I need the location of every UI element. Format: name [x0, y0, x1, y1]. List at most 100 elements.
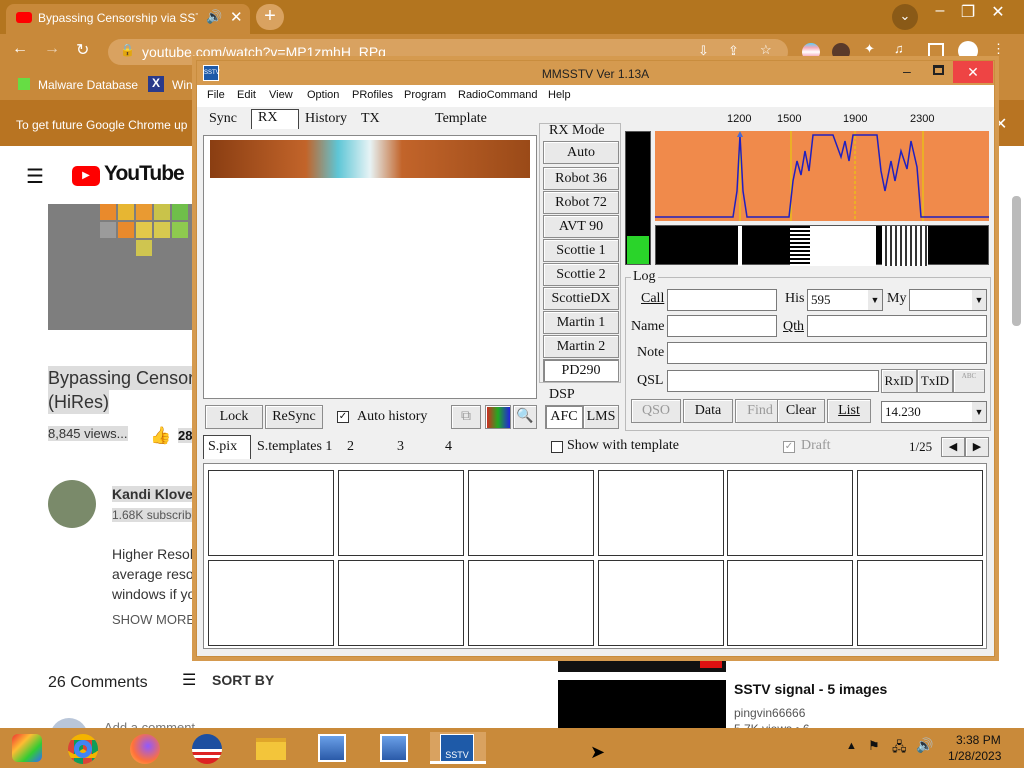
thumbnail-slot[interactable] — [857, 560, 983, 646]
chrome-menu-icon[interactable]: ⋮ — [992, 41, 1005, 57]
thumbnail-slot[interactable] — [208, 470, 334, 556]
tab-audio-icon[interactable]: 🔊 — [206, 9, 222, 25]
thumbnail-slot[interactable] — [727, 470, 853, 556]
qsl-input[interactable] — [667, 370, 879, 392]
restore-icon[interactable]: ❐ — [956, 2, 980, 22]
his-select[interactable]: 595 ▼ — [807, 289, 883, 311]
clock-time[interactable]: 3:38 PM — [956, 733, 1001, 747]
mode-martin2-button[interactable]: Martin 2 — [543, 335, 619, 358]
firefox-icon[interactable] — [124, 732, 168, 764]
name-input[interactable] — [667, 315, 777, 337]
clock-date[interactable]: 1/28/2023 — [948, 749, 1001, 763]
thumbnail-slot[interactable] — [598, 470, 724, 556]
tab-rx[interactable]: RX — [251, 109, 299, 129]
my-dropdown-icon[interactable]: ▼ — [972, 290, 986, 310]
menu-option[interactable]: Option — [307, 89, 339, 101]
qso-button[interactable]: QSO — [631, 399, 681, 423]
sort-icon[interactable]: ☰ — [182, 670, 196, 690]
bookmark-star-icon[interactable]: ☆ — [760, 42, 772, 58]
scrollbar[interactable] — [1012, 196, 1021, 326]
sort-by-button[interactable]: SORT BY — [212, 672, 274, 688]
show-template-checkbox[interactable] — [551, 441, 563, 453]
tab-stemplates-3[interactable]: 3 — [397, 439, 404, 455]
profile-avatar-icon[interactable] — [958, 41, 978, 61]
thumbnail-slot[interactable] — [468, 470, 594, 556]
tab-template[interactable]: Template — [435, 111, 487, 127]
share-icon[interactable]: ⇪ — [728, 43, 739, 59]
media-icon[interactable]: ♫ — [894, 41, 904, 56]
next-page-button[interactable]: ▶ — [965, 437, 989, 457]
his-dropdown-icon[interactable]: ▼ — [868, 290, 882, 310]
thumbnail-slot[interactable] — [338, 470, 464, 556]
tab-tx[interactable]: TX — [361, 111, 380, 127]
puzzle-icon[interactable]: ✦ — [864, 41, 875, 57]
rxid-button[interactable]: RxID — [881, 369, 917, 393]
like-icon[interactable]: 👍 — [150, 426, 171, 446]
app-close-icon[interactable]: ✕ — [953, 61, 993, 83]
network-tool-icon[interactable] — [310, 732, 354, 764]
menu-program[interactable]: Program — [404, 89, 446, 101]
mode-martin1-button[interactable]: Martin 1 — [543, 311, 619, 334]
app-minimize-icon[interactable]: – — [903, 63, 911, 79]
file-explorer-icon[interactable] — [248, 732, 292, 764]
bookmark-malware[interactable]: Malware Database — [38, 78, 138, 92]
thumbnail-slot[interactable] — [857, 470, 983, 556]
add-comment-input[interactable]: Add a comment... — [104, 720, 206, 728]
frequency-select[interactable]: 14.230 ▼ — [881, 401, 987, 423]
app-maximize-icon[interactable] — [933, 65, 944, 75]
call-input[interactable] — [667, 289, 777, 311]
youtube-logo-icon[interactable]: ▶ — [72, 166, 100, 186]
side-video-title[interactable]: SSTV signal - 5 images — [734, 681, 887, 697]
clear-button[interactable]: Clear — [777, 399, 825, 423]
infobar-close-icon[interactable]: ✕ — [994, 114, 1007, 134]
menu-help[interactable]: Help — [548, 89, 571, 101]
show-more-button[interactable]: SHOW MORE — [112, 612, 195, 627]
mode-pd290-button[interactable]: PD290 — [543, 359, 619, 382]
side-video-thumb[interactable] — [558, 680, 726, 728]
mode-robot36-button[interactable]: Robot 36 — [543, 167, 619, 190]
waterfall-display[interactable] — [655, 225, 989, 266]
network-icon[interactable]: 🖧 — [892, 738, 907, 760]
minimize-icon[interactable]: – — [928, 2, 952, 20]
tab-stemplates-1[interactable]: S.templates 1 — [257, 439, 332, 455]
txid-button[interactable]: TxID — [917, 369, 953, 393]
menu-radiocommand[interactable]: RadioCommand — [458, 89, 537, 101]
list-button[interactable]: List — [827, 399, 871, 423]
tab-close-icon[interactable]: ✕ — [230, 8, 243, 26]
auto-history-checkbox[interactable]: ✓ — [337, 411, 349, 423]
sstv-app-taskbar-icon[interactable]: SSTV — [430, 732, 486, 764]
data-button[interactable]: Data — [683, 399, 733, 423]
mode-auto-button[interactable]: Auto — [543, 141, 619, 164]
mode-scottie2-button[interactable]: Scottie 2 — [543, 263, 619, 286]
chrome-icon[interactable] — [62, 732, 106, 764]
tab-search-icon[interactable]: ⌄ — [892, 4, 918, 30]
forward-icon[interactable]: → — [44, 40, 60, 58]
side-panel-icon[interactable] — [928, 43, 944, 59]
color-tool-icon[interactable] — [485, 405, 511, 429]
volume-icon[interactable]: 🔊 — [916, 737, 933, 754]
colorful-app-icon[interactable] — [6, 732, 50, 764]
frequency-dropdown-icon[interactable]: ▼ — [972, 402, 986, 422]
thumbnail-slot[interactable] — [727, 560, 853, 646]
tray-overflow-icon[interactable]: ▲ — [846, 740, 857, 752]
new-tab-button[interactable]: + — [256, 4, 284, 30]
install-icon[interactable]: ⇩ — [698, 43, 709, 59]
menu-profiles[interactable]: PRofiles — [352, 89, 393, 101]
prev-page-button[interactable]: ◀ — [941, 437, 965, 457]
lms-button[interactable]: LMS — [583, 405, 619, 429]
resync-button[interactable]: ReSync — [265, 405, 323, 429]
tab-history[interactable]: History — [305, 111, 347, 127]
browser-tab[interactable]: Bypassing Censorship via SSTV 🔊 ✕ — [6, 4, 250, 34]
reload-icon[interactable]: ↻ — [76, 40, 89, 60]
obama-logo-icon[interactable] — [186, 732, 230, 764]
tab-sync[interactable]: Sync — [209, 111, 237, 127]
mode-scottiedx-button[interactable]: ScottieDX — [543, 287, 619, 310]
thumbnail-slot[interactable] — [208, 560, 334, 646]
close-window-icon[interactable]: ✕ — [986, 2, 1010, 22]
qth-input[interactable] — [807, 315, 987, 337]
profile-extension-icon[interactable] — [832, 43, 850, 61]
menu-view[interactable]: View — [269, 89, 293, 101]
mode-avt90-button[interactable]: AVT 90 — [543, 215, 619, 238]
thumbnail-slot[interactable] — [468, 560, 594, 646]
copy-icon[interactable]: ⧉ — [451, 405, 481, 429]
